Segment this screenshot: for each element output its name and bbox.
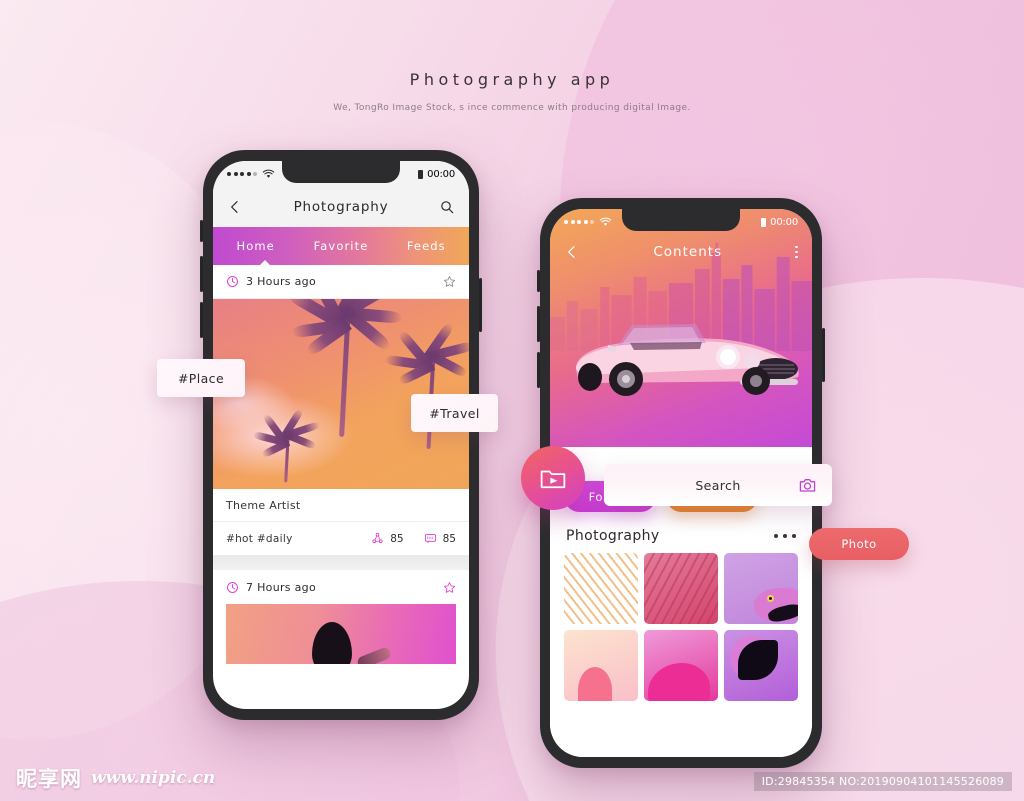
post-two-image[interactable] bbox=[226, 604, 456, 664]
grid-cell[interactable] bbox=[724, 553, 798, 624]
phone-one-notch bbox=[282, 161, 400, 183]
tab-feeds[interactable]: Feeds bbox=[384, 239, 469, 253]
phone-two-power-button[interactable] bbox=[822, 328, 825, 382]
phone-two-mute-button[interactable] bbox=[537, 270, 540, 292]
post-two-time-group: 7 Hours ago bbox=[226, 581, 316, 594]
post-one-tags: #hot #daily bbox=[226, 532, 293, 545]
clock-icon bbox=[227, 581, 238, 593]
share-nodes-icon bbox=[372, 532, 383, 544]
wifi-icon bbox=[599, 217, 612, 226]
star-outline-icon[interactable] bbox=[443, 581, 456, 594]
phone-two-volume-up-button[interactable] bbox=[537, 306, 540, 342]
photography-section-header: Photography bbox=[550, 512, 812, 553]
person-silhouette bbox=[311, 622, 352, 664]
status-clock: 00:00 bbox=[770, 216, 798, 228]
tab-home[interactable]: Home bbox=[213, 239, 298, 253]
person-arm bbox=[356, 646, 393, 664]
video-folder-icon bbox=[540, 470, 566, 488]
back-chevron-icon[interactable] bbox=[564, 244, 580, 260]
floating-label-place[interactable]: #Place bbox=[157, 359, 245, 397]
battery-icon bbox=[418, 169, 424, 179]
phone-one-volume-up-button[interactable] bbox=[200, 256, 203, 292]
phone-one-volume-down-button[interactable] bbox=[200, 302, 203, 338]
chip-photo[interactable]: Photo bbox=[809, 528, 909, 560]
post-header-one: 3 Hours ago bbox=[213, 265, 469, 299]
post-one-stats: 85 85 bbox=[371, 532, 456, 545]
post-one-theme-title: Theme Artist bbox=[226, 498, 301, 512]
grid-cell[interactable] bbox=[564, 553, 638, 624]
status-right-group: 00:00 bbox=[418, 169, 455, 180]
grid-cell[interactable] bbox=[644, 553, 718, 624]
video-folder-fab[interactable] bbox=[521, 446, 585, 510]
ellipsis-icon[interactable] bbox=[774, 534, 796, 538]
status-clock: 00:00 bbox=[427, 168, 455, 180]
poster-header: Photography app We, TongRo Image Stock, … bbox=[0, 70, 1024, 113]
post-one-comments-count: 85 bbox=[442, 532, 456, 545]
comment-icon bbox=[424, 534, 436, 544]
post-one-timestamp: 3 Hours ago bbox=[246, 275, 316, 288]
watermark-url: www.nipic.cn bbox=[91, 768, 216, 788]
post-one-theme-row: Theme Artist bbox=[213, 489, 469, 522]
post-one-likes-count: 85 bbox=[390, 532, 404, 545]
grid-cell[interactable] bbox=[724, 630, 798, 701]
signal-dots-icon bbox=[564, 220, 594, 224]
floating-label-travel[interactable]: #Travel bbox=[411, 394, 498, 432]
status-left-group bbox=[564, 217, 612, 227]
post-two-timestamp: 7 Hours ago bbox=[246, 580, 316, 594]
phone-two-notch bbox=[622, 209, 740, 231]
search-input[interactable]: Search bbox=[695, 478, 740, 493]
phone-two-title: Contents bbox=[653, 244, 723, 260]
tab-favorite[interactable]: Favorite bbox=[298, 239, 383, 253]
post-one-tag-row: #hot #daily 85 85 bbox=[213, 522, 469, 555]
battery-icon bbox=[761, 217, 767, 227]
phone-one-title: Photography bbox=[293, 199, 389, 215]
photo-grid bbox=[550, 553, 812, 701]
phone-one-screen: 00:00 Photography Home Favorite Feeds 3 … bbox=[213, 161, 469, 709]
phone-two-hero[interactable]: 00:00 Contents bbox=[550, 209, 812, 447]
grid-cell[interactable] bbox=[564, 630, 638, 701]
poster-canvas: Photography app We, TongRo Image Stock, … bbox=[0, 0, 1024, 801]
search-icon[interactable] bbox=[439, 199, 455, 215]
post-header-two: 7 Hours ago bbox=[213, 570, 469, 604]
pink-convertible-car bbox=[576, 324, 799, 396]
post-one-likes[interactable]: 85 bbox=[371, 532, 404, 545]
kebab-menu-icon[interactable] bbox=[795, 245, 798, 259]
grid-cell[interactable] bbox=[644, 630, 718, 701]
status-left-group bbox=[227, 169, 275, 179]
post-one-time-group: 3 Hours ago bbox=[226, 275, 316, 288]
page-subtitle: We, TongRo Image Stock, s ince commence … bbox=[333, 103, 691, 113]
star-outline-icon[interactable] bbox=[443, 275, 456, 288]
page-title: Photography app bbox=[409, 70, 615, 89]
phone-one-tab-bar: Home Favorite Feeds bbox=[213, 227, 469, 266]
status-right-group: 00:00 bbox=[761, 217, 798, 228]
clock-icon bbox=[227, 276, 238, 287]
phone-one-mute-button[interactable] bbox=[200, 220, 203, 242]
phone-two-volume-down-button[interactable] bbox=[537, 352, 540, 388]
watermark-logo: 昵享网 bbox=[16, 767, 82, 791]
phone-one-navbar: Photography bbox=[213, 187, 469, 227]
phone-two-navbar: Contents bbox=[550, 235, 812, 269]
search-bar[interactable]: Search bbox=[604, 464, 832, 506]
watermark: 昵享网 www.nipic.cn bbox=[16, 763, 215, 793]
active-tab-caret bbox=[259, 260, 271, 266]
wifi-icon bbox=[262, 169, 275, 178]
signal-dots-icon bbox=[227, 172, 257, 176]
phone-mockup-one: 00:00 Photography Home Favorite Feeds 3 … bbox=[200, 150, 482, 720]
section-title: Photography bbox=[566, 528, 660, 544]
phone-one-power-button[interactable] bbox=[479, 278, 482, 332]
post-separator bbox=[213, 555, 469, 570]
camera-icon[interactable] bbox=[799, 478, 816, 493]
image-id-strip: ID:29845354 NO:20190904101145526089 bbox=[753, 772, 1012, 791]
post-one-comments[interactable]: 85 bbox=[424, 532, 456, 545]
back-chevron-icon[interactable] bbox=[227, 199, 243, 215]
